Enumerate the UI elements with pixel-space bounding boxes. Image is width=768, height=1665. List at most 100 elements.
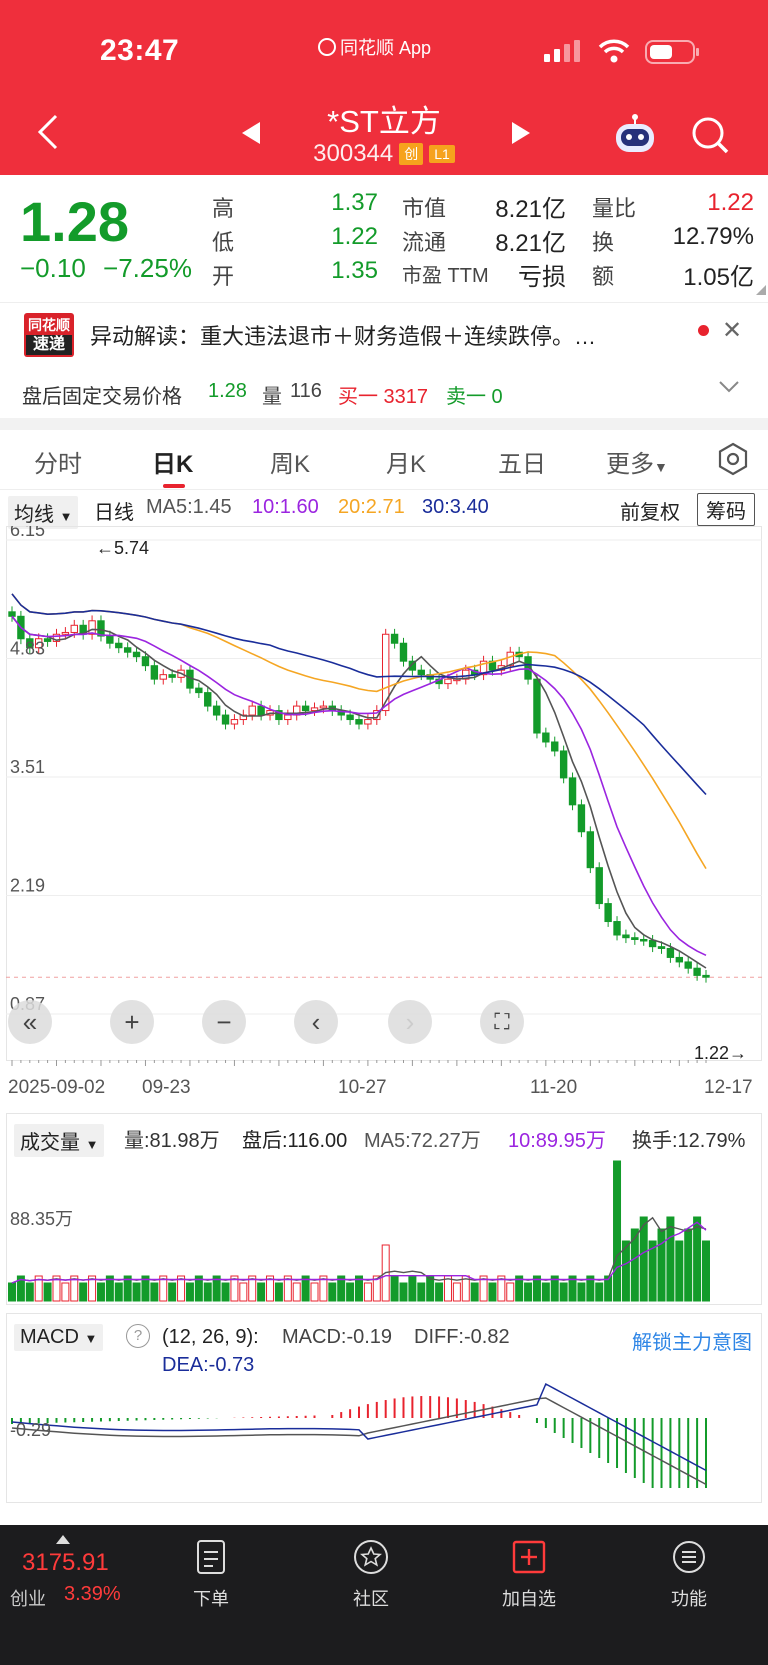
close-icon[interactable]: ✕ — [722, 316, 742, 345]
news-logo: 同花顺 速递 — [24, 313, 74, 357]
price-change: −0.10 −7.25% — [20, 253, 192, 284]
volume-bar — [613, 1160, 622, 1302]
rewind-icon[interactable]: « — [8, 1000, 52, 1044]
caret-down-icon: ▼ — [84, 1331, 98, 1346]
candle-body — [346, 714, 354, 721]
zoom-out-icon[interactable]: − — [202, 1000, 246, 1044]
search-icon[interactable] — [690, 115, 730, 155]
volume-ma5-line — [11, 1216, 707, 1284]
change-value: −0.10 — [20, 253, 86, 283]
macd-selector-label: MACD — [20, 1326, 79, 1348]
candle-body — [230, 719, 239, 725]
mcap-label: 市值 — [402, 196, 447, 221]
tab-daily-k[interactable]: 日K — [152, 444, 193, 479]
scroll-left-icon[interactable]: ‹ — [294, 1000, 338, 1044]
index-value[interactable]: 3175.91 — [22, 1549, 109, 1577]
tab-intraday[interactable]: 分时 — [34, 444, 82, 479]
dea-value: DEA:-0.73 — [162, 1354, 255, 1376]
volume-bar — [150, 1282, 159, 1302]
macd-chart[interactable]: -0.29 — [0, 1378, 768, 1508]
candle-body — [648, 939, 657, 948]
unlock-main-force-link[interactable]: 解锁主力意图 — [632, 1326, 752, 1355]
tab-five-day[interactable]: 五日 — [498, 444, 546, 479]
tab-more[interactable]: 更多▼ — [606, 444, 668, 479]
scroll-right-icon[interactable]: › — [388, 1000, 432, 1044]
signal-icon — [544, 40, 580, 62]
ma30-value: 30:3.40 — [422, 496, 489, 518]
mcap-value: 8.21亿 — [495, 196, 566, 223]
volratio-value: 1.22 — [707, 189, 754, 216]
candle-body — [702, 974, 710, 978]
fullscreen-icon[interactable]: ⛶ — [480, 1000, 524, 1044]
volume-bar — [390, 1275, 399, 1302]
nav-community[interactable]: 社区 — [326, 1535, 416, 1611]
candle-body — [159, 674, 167, 680]
tab-weekly-k[interactable]: 周K — [270, 444, 310, 479]
tab-monthly-k[interactable]: 月K — [386, 444, 426, 479]
nav-functions[interactable]: 功能 — [644, 1535, 734, 1611]
volume-ma-lines — [11, 1216, 707, 1284]
float-label: 流通 — [402, 230, 447, 255]
volume-bar — [185, 1282, 194, 1302]
volume-bar — [524, 1282, 533, 1302]
macd-y-label: -0.29 — [10, 1420, 51, 1440]
low-value: 1.22 — [331, 223, 378, 250]
diff-value: DIFF:-0.82 — [414, 1326, 510, 1348]
zoom-in-icon[interactable]: + — [110, 1000, 154, 1044]
macd-value: MACD:-0.19 — [282, 1326, 393, 1348]
community-star-icon — [354, 1540, 388, 1574]
nav-order[interactable]: 下单 — [166, 1535, 256, 1611]
chart-nav-buttons: « + − ‹ › ⛶ — [0, 1000, 768, 1046]
macd-selector[interactable]: MACD ▼ — [14, 1324, 104, 1351]
date-tick: 2025-09-02 — [8, 1077, 106, 1098]
volume-bar — [328, 1282, 337, 1302]
kline-chart[interactable]: 6.154.833.512.190.87←5.741.22→ — [0, 526, 768, 1066]
volume-chart[interactable]: 88.35万 — [0, 1155, 768, 1305]
settings-icon[interactable] — [716, 442, 750, 476]
index-expand-icon[interactable] — [56, 1535, 70, 1544]
volume-bar — [470, 1282, 479, 1302]
change-pct: −7.25% — [103, 253, 192, 283]
volume-bar — [675, 1240, 684, 1302]
candle-body — [150, 665, 159, 680]
unread-dot — [698, 325, 709, 336]
candle-body — [195, 687, 203, 694]
macd-bars — [11, 1396, 707, 1488]
volume-bar — [96, 1282, 105, 1302]
kchart-labels: 6.154.833.512.190.87←5.741.22→ — [10, 526, 747, 1066]
turnover-value: 12.79% — [672, 223, 754, 250]
date-tick: 09-23 — [142, 1077, 191, 1098]
stock-code: 300344 — [313, 140, 394, 167]
volume-bar — [221, 1282, 230, 1302]
candle-body — [132, 651, 141, 658]
candle-body — [657, 946, 666, 949]
chip-button[interactable]: 筹码 — [697, 493, 755, 526]
volume-bar — [488, 1282, 497, 1302]
next-stock-icon[interactable] — [510, 120, 532, 146]
nav-functions-label: 功能 — [671, 1589, 707, 1609]
robot-assistant-icon[interactable] — [612, 112, 658, 156]
indicator-selector[interactable]: 均线 ▼ — [8, 496, 79, 529]
news-logo-bottom: 速递 — [26, 335, 72, 355]
news-text[interactable]: 异动解读：重大违法退市＋财务造假＋连续跌停。… — [90, 319, 596, 351]
volume-bar — [292, 1282, 301, 1302]
nav-add-watchlist[interactable]: 加自选 — [484, 1535, 574, 1611]
candle-body — [310, 707, 319, 712]
news-banner[interactable]: 同花顺 速递 异动解读：重大违法退市＋财务造假＋连续跌停。… — [0, 302, 768, 366]
postclose-price: 1.28 — [208, 380, 247, 402]
volume-bar — [114, 1282, 123, 1302]
help-icon[interactable]: ? — [126, 1324, 150, 1348]
post-close-price-row[interactable]: 盘后固定交易价格 1.28 量 116 买一 3317 卖一 0 — [0, 368, 768, 418]
candle-body — [622, 934, 630, 939]
menu-icon — [673, 1541, 705, 1573]
nav-order-label: 下单 — [193, 1589, 229, 1609]
expand-corner-icon[interactable] — [756, 285, 766, 295]
candle-body — [257, 705, 265, 716]
indicator-selector-label: 均线 — [14, 504, 54, 526]
volume-labels: 88.35万 — [10, 1209, 73, 1229]
adjust-mode[interactable]: 前复权 — [620, 496, 680, 525]
chevron-down-icon[interactable] — [718, 380, 740, 394]
volume-bar — [693, 1216, 702, 1302]
candle-body — [568, 777, 577, 806]
level-tag: L1 — [429, 145, 455, 163]
